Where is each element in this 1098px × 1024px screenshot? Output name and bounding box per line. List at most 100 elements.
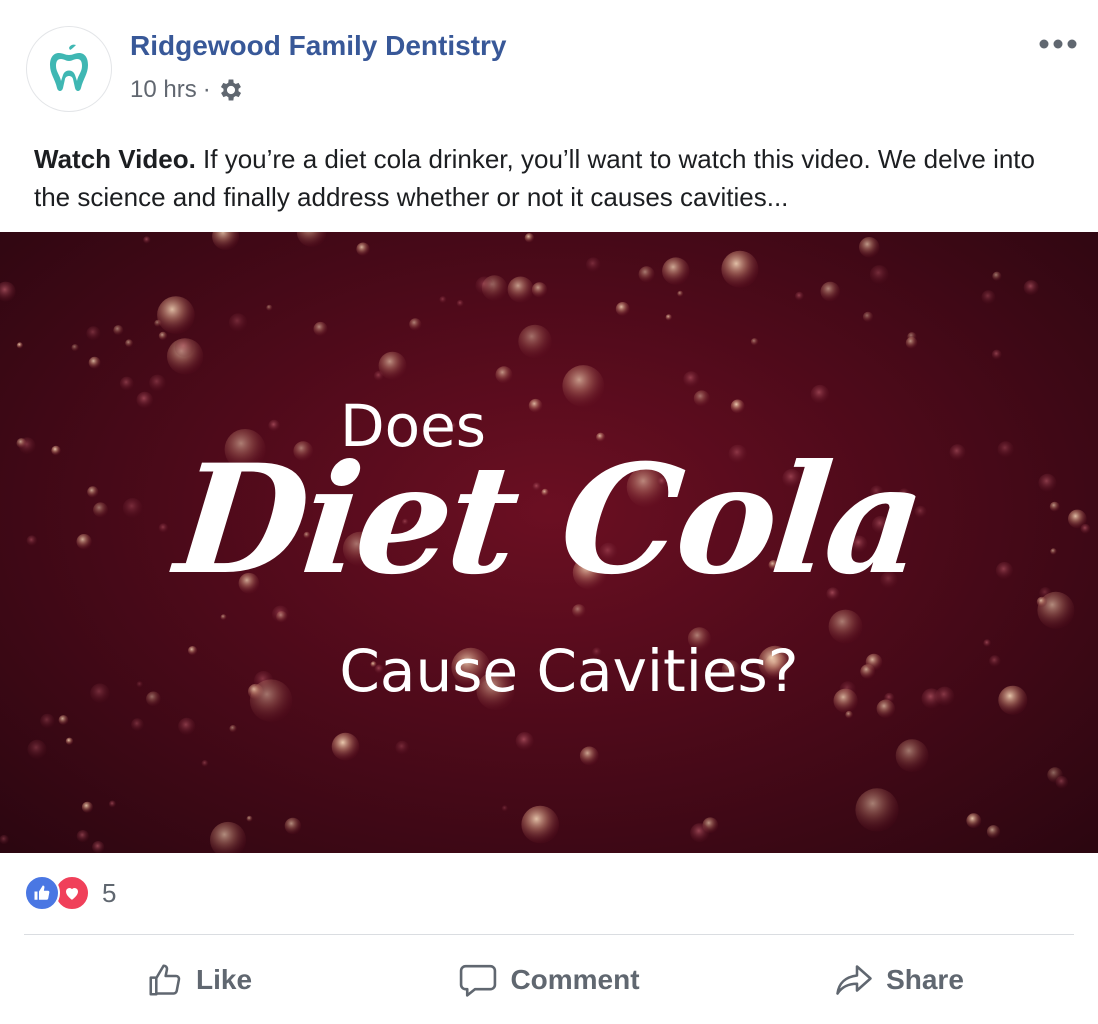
bubble — [395, 740, 410, 755]
comment-button[interactable]: Comment — [374, 944, 724, 1016]
bubble — [859, 237, 880, 258]
gear-icon[interactable] — [217, 76, 245, 104]
bubble — [662, 257, 690, 285]
meta-separator: · — [202, 76, 211, 103]
bubble — [677, 290, 684, 297]
bubble — [1047, 767, 1063, 783]
bubble — [665, 314, 672, 321]
bubble — [220, 614, 227, 621]
bubble — [40, 713, 55, 729]
bubble — [157, 296, 195, 334]
bubble — [246, 815, 253, 822]
bubble — [266, 304, 273, 311]
bubble — [356, 242, 370, 256]
post-timestamp[interactable]: 10 hrs — [130, 76, 197, 104]
bubble — [518, 324, 552, 359]
bubble — [456, 299, 464, 307]
bubble — [855, 788, 899, 832]
bubble — [750, 338, 759, 346]
bubble — [586, 257, 601, 272]
bubble — [113, 325, 124, 336]
like-label: Like — [195, 964, 253, 995]
bubble — [92, 841, 105, 853]
bubble — [905, 337, 918, 349]
bubble — [16, 342, 23, 349]
bubble — [58, 715, 69, 725]
bubble — [845, 710, 853, 719]
like-icon — [149, 964, 181, 996]
bubble — [683, 371, 700, 388]
bubble — [174, 338, 194, 357]
bubble — [0, 834, 9, 845]
post-lead-text: Watch Video. — [34, 144, 196, 174]
bubble — [86, 326, 101, 341]
bubble — [212, 232, 240, 250]
thumbs-up-icon — [34, 885, 50, 900]
bubble — [1023, 280, 1039, 296]
video-thumbnail[interactable]: Does Diet Cola Cause Cavities? — [0, 232, 1098, 853]
post-actions: Like Comment Share — [24, 944, 1074, 1016]
video-title-line-3: Cause Cavities? — [339, 637, 799, 705]
bubble — [71, 344, 79, 352]
reaction-count[interactable]: 5 — [102, 878, 116, 909]
bubble — [131, 718, 144, 731]
page-name-link[interactable]: Ridgewood Family Dentistry — [130, 30, 507, 62]
bubble — [501, 805, 508, 812]
bubble — [119, 376, 134, 391]
bubble — [149, 374, 166, 392]
like-button[interactable]: Like — [24, 944, 374, 1016]
bubble — [143, 236, 151, 244]
bubble — [158, 331, 168, 341]
bubble — [76, 830, 89, 843]
like-reaction-icon — [24, 875, 60, 911]
actions-divider — [24, 934, 1074, 935]
bubble — [296, 232, 327, 247]
more-options-button[interactable] — [1036, 30, 1080, 58]
facebook-post: Ridgewood Family Dentistry 10 hrs · Watc… — [0, 0, 1098, 1024]
bubble — [721, 250, 759, 288]
bubble — [178, 717, 196, 735]
comment-icon — [460, 964, 497, 997]
bubble — [0, 281, 16, 302]
bubble — [108, 800, 116, 808]
share-label: Share — [886, 964, 964, 995]
bubble — [331, 732, 360, 761]
bubble — [88, 356, 101, 369]
bubble — [81, 801, 93, 813]
bubble — [228, 313, 248, 332]
bubble — [862, 311, 874, 322]
bubble — [210, 821, 246, 853]
bubble — [895, 739, 929, 772]
share-icon — [836, 965, 872, 995]
bubble — [125, 339, 133, 348]
bubble — [521, 805, 559, 844]
share-button[interactable]: Share — [724, 944, 1074, 1016]
bubble — [229, 725, 237, 733]
heart-icon — [66, 888, 78, 900]
bubble — [27, 739, 47, 759]
bubble — [992, 271, 1002, 281]
bubble — [475, 276, 494, 295]
video-title-line-2: Diet Cola — [168, 432, 930, 608]
bubble — [966, 813, 982, 829]
bubble — [524, 233, 535, 243]
bubble — [313, 321, 328, 336]
bubble — [869, 265, 889, 284]
post-header: Ridgewood Family Dentistry 10 hrs · — [0, 0, 1098, 130]
reactions-summary[interactable]: 5 — [24, 874, 116, 912]
comment-label: Comment — [510, 964, 640, 995]
bubble — [276, 611, 288, 623]
page-avatar[interactable] — [26, 26, 112, 112]
bubble — [690, 823, 710, 843]
bubble — [991, 349, 1002, 360]
bubble — [201, 760, 209, 767]
bubble — [531, 282, 548, 298]
bubble — [981, 290, 996, 304]
post-message: Watch Video. If you’re a diet cola drink… — [34, 140, 1074, 216]
more-horizontal-icon — [1039, 39, 1077, 49]
bubble — [439, 296, 447, 304]
bubble — [820, 281, 840, 302]
post-meta: 10 hrs · — [130, 76, 245, 104]
bubble — [65, 737, 74, 745]
bubble — [515, 732, 534, 751]
